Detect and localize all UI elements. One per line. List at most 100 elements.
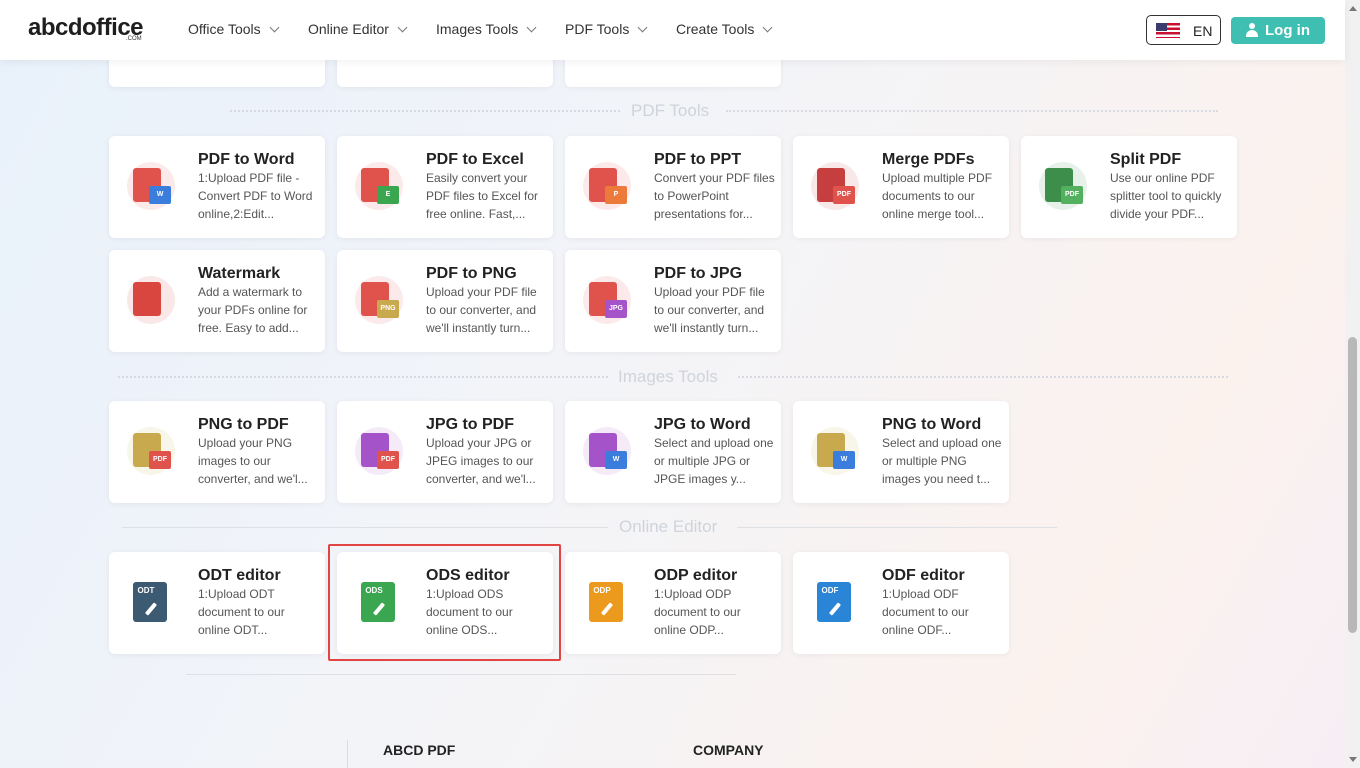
jpg-to-word-icon: W: [583, 427, 631, 475]
nav-pdf-tools[interactable]: PDF Tools: [565, 21, 648, 37]
pdf-to-png-icon: PNG: [355, 276, 403, 324]
tool-card-desc: 1:Upload PDF file - Convert PDF to Word …: [198, 171, 313, 221]
file-type-badge: PDF: [377, 451, 399, 469]
tool-card-pdf-to-ppt[interactable]: P PDF to PPT Convert your PDF files to Pow…: [565, 136, 781, 238]
nav-label: Create Tools: [676, 21, 755, 37]
tool-card-title: Split PDF: [1110, 151, 1182, 168]
tool-card-title: PDF to Excel: [426, 151, 524, 168]
file-type-badge: JPG: [605, 300, 627, 318]
tool-card-title: JPG to PDF: [426, 416, 515, 433]
login-label: Log in: [1265, 22, 1310, 39]
tool-card-title: PDF to JPG: [654, 265, 743, 282]
tool-card-merge-pdfs[interactable]: PDF Merge PDFs Upload multiple PDF documen…: [793, 136, 1009, 238]
tool-card-desc: Upload your PDF file to our converter, a…: [426, 285, 537, 335]
tool-card-title: PDF to PNG: [426, 265, 517, 282]
nav-label: Office Tools: [188, 21, 261, 37]
file-type-badge: W: [605, 451, 627, 469]
tool-card-watermark[interactable]: Watermark Add a watermark to your PDFs on…: [109, 250, 325, 352]
tool-card-pdf-to-excel[interactable]: E PDF to Excel Easily convert your PDF fil…: [337, 136, 553, 238]
section-title-online-editor: Online Editor: [619, 517, 718, 536]
tool-card-desc: Upload your JPG or JPEG images to our co…: [426, 436, 536, 486]
tool-card-title: PNG to PDF: [198, 416, 289, 433]
tool-card-png-to-pdf[interactable]: PDF PNG to PDF Upload your PNG images to o…: [109, 401, 325, 503]
tool-card-pdf-to-png[interactable]: PNG PDF to PNG Upload your PDF file to our…: [337, 250, 553, 352]
tool-card-title: PNG to Word: [882, 416, 982, 433]
pdf-to-word-icon: W: [127, 162, 175, 210]
tool-card-title: Merge PDFs: [882, 151, 975, 168]
file-type-badge: E: [377, 186, 399, 204]
chevron-down-icon: [526, 22, 537, 33]
merge-pdfs-icon: PDF: [811, 162, 859, 210]
watermark-icon: [127, 276, 175, 324]
nav-images-tools[interactable]: Images Tools: [436, 21, 537, 37]
tool-card-title: ODF editor: [882, 567, 965, 584]
tool-card-desc: Upload multiple PDF documents to our onl…: [882, 171, 993, 221]
nav-online-editor[interactable]: Online Editor: [308, 21, 408, 37]
tool-card-desc: Convert your PDF files to PowerPoint pre…: [654, 171, 775, 221]
split-pdf-icon: PDF: [1039, 162, 1087, 210]
section-divider: [230, 110, 620, 112]
pdf-to-excel-icon: E: [355, 162, 403, 210]
chevron-down-icon: [397, 22, 408, 33]
chevron-down-icon: [269, 22, 280, 33]
jpg-to-pdf-icon: PDF: [355, 427, 403, 475]
tool-card-odt-editor[interactable]: ODT ODT editor 1:Upload ODT document to ou…: [109, 552, 325, 654]
scroll-up-arrow-icon[interactable]: [1349, 6, 1357, 11]
tool-card-desc: Upload your PNG images to our converter,…: [198, 436, 308, 486]
top-navbar: abcdoffice .COM Office Tools Online Edit…: [0, 0, 1345, 60]
tool-card-odf-editor[interactable]: ODF ODF editor 1:Upload ODF document to ou…: [793, 552, 1009, 654]
tool-card-jpg-to-word[interactable]: W JPG to Word Select and upload one or mul…: [565, 401, 781, 503]
chevron-down-icon: [637, 22, 648, 33]
tool-card-png-to-word[interactable]: W PNG to Word Select and upload one or mul…: [793, 401, 1009, 503]
tool-card-title: ODT editor: [198, 567, 281, 584]
file-type-label: ODT: [137, 586, 155, 595]
tool-card-title: JPG to Word: [654, 416, 751, 433]
tool-card-desc: Add a watermark to your PDFs online for …: [198, 285, 308, 335]
file-type-badge: P: [605, 186, 627, 204]
language-code: EN: [1193, 23, 1213, 39]
file-type-badge: PNG: [377, 300, 399, 318]
us-flag-icon: [1156, 23, 1180, 38]
tool-card-desc: 1:Upload ODT document to our online ODT.…: [198, 587, 285, 637]
pdf-to-jpg-icon: JPG: [583, 276, 631, 324]
selection-highlight: [328, 544, 561, 661]
tool-card-split-pdf[interactable]: PDF Split PDF Use our online PDF splitter …: [1021, 136, 1237, 238]
tool-card-pdf-to-word[interactable]: W PDF to Word 1:Upload PDF file - Convert …: [109, 136, 325, 238]
tool-card-title: ODP editor: [654, 567, 738, 584]
user-icon: [1246, 23, 1258, 37]
footer-heading-company: COMPANY: [693, 742, 764, 758]
file-type-badge: PDF: [149, 451, 171, 469]
section-divider: [122, 527, 608, 528]
section-divider: [118, 376, 608, 378]
odp-editor-icon: ODP: [585, 580, 629, 624]
tool-card-desc: Easily convert your PDF files to Excel f…: [426, 171, 539, 221]
tool-card-pdf-to-jpg[interactable]: JPG PDF to JPG Upload your PDF file to our…: [565, 250, 781, 352]
section-title-pdf-tools: PDF Tools: [631, 101, 710, 120]
section-divider: [726, 110, 1218, 112]
nav-office-tools[interactable]: Office Tools: [188, 21, 280, 37]
tool-card-jpg-to-pdf[interactable]: PDF JPG to PDF Upload your JPG or JPEG ima…: [337, 401, 553, 503]
language-selector[interactable]: EN: [1146, 15, 1221, 45]
png-to-word-icon: W: [811, 427, 859, 475]
nav-create-tools[interactable]: Create Tools: [676, 21, 773, 37]
tool-card-title: PDF to Word: [198, 151, 295, 168]
tool-card-desc: 1:Upload ODF document to our online ODF.…: [882, 587, 969, 637]
nav-label: Images Tools: [436, 21, 519, 37]
site-logo-suffix: .COM: [126, 36, 142, 42]
section-divider: [738, 376, 1228, 378]
file-type-label: ODP: [593, 586, 611, 595]
scrollbar-thumb[interactable]: [1348, 337, 1357, 633]
section-title-images-tools: Images Tools: [618, 367, 718, 386]
tool-card-title: PDF to PPT: [654, 151, 742, 168]
file-type-label: ODF: [821, 586, 839, 595]
tool-card-desc: 1:Upload ODP document to our online ODP.…: [654, 587, 741, 637]
odf-editor-icon: ODF: [813, 580, 857, 624]
tool-card-desc: Use our online PDF splitter tool to quic…: [1110, 171, 1222, 221]
scroll-down-arrow-icon[interactable]: [1349, 757, 1357, 762]
nav-label: Online Editor: [308, 21, 389, 37]
tool-card-odp-editor[interactable]: ODP ODP editor 1:Upload ODP document to ou…: [565, 552, 781, 654]
login-button[interactable]: Log in: [1231, 17, 1325, 44]
chevron-down-icon: [762, 22, 773, 33]
vertical-scrollbar[interactable]: [1345, 0, 1360, 768]
odt-editor-icon: ODT: [129, 580, 173, 624]
